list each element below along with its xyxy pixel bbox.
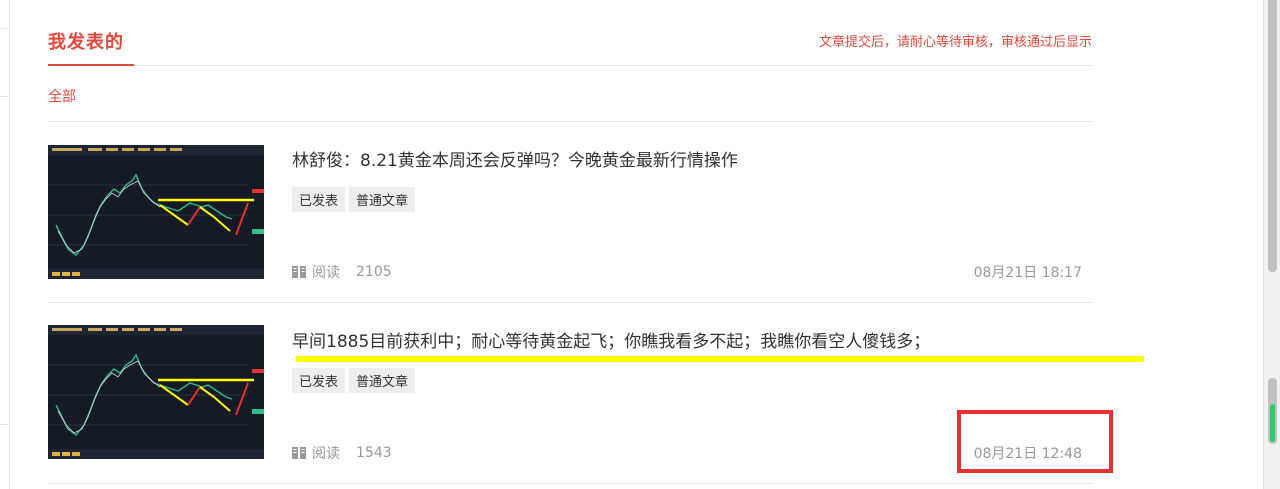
- book-icon: [292, 447, 306, 459]
- gold-chart-image: [48, 145, 264, 279]
- section-header: 我发表的 文章提交后，请耐心等待审核，审核通过后显示: [48, 0, 1092, 66]
- type-badge: 普通文章: [349, 368, 416, 393]
- scrollbar-thumb[interactable]: [1268, 0, 1277, 272]
- type-badge: 普通文章: [349, 187, 416, 212]
- yellow-highlight-underline: [296, 356, 1144, 362]
- article-tags: 已发表 普通文章: [292, 187, 416, 212]
- left-panel-divider: [0, 96, 10, 97]
- article-title[interactable]: 林舒俊：8.21黄金本周还会反弹吗？今晚黄金最新行情操作: [292, 146, 738, 171]
- article-item[interactable]: 早间1885目前获利中；耐心等待黄金起飞；你瞧我看多不起；我瞧你看空人傻钱多； …: [48, 303, 1092, 484]
- read-count: 2105: [356, 264, 392, 280]
- red-highlight-box: [957, 410, 1113, 473]
- read-stats: 阅读 2105: [292, 262, 392, 282]
- read-count: 1543: [356, 445, 392, 461]
- article-tags: 已发表 普通文章: [292, 368, 416, 393]
- status-badge: 已发表: [292, 187, 346, 212]
- article-item[interactable]: 林舒俊：8.21黄金本周还会反弹吗？今晚黄金最新行情操作 已发表 普通文章 阅读…: [48, 122, 1092, 303]
- publish-date: 08月21日 18:17: [973, 265, 1082, 281]
- left-panel-divider: [0, 28, 10, 29]
- review-notice: 文章提交后，请耐心等待审核，审核通过后显示: [818, 35, 1092, 50]
- left-panel: [0, 0, 10, 489]
- tab-my-published[interactable]: 我发表的: [48, 28, 124, 54]
- read-label: 阅读: [312, 446, 340, 462]
- left-panel-divider: [0, 424, 10, 425]
- main-content: 我发表的 文章提交后，请耐心等待审核，审核通过后显示 全部 林舒俊：8.21黄金…: [48, 0, 1092, 489]
- article-title[interactable]: 早间1885目前获利中；耐心等待黄金起飞；你瞧我看多不起；我瞧你看空人傻钱多；: [292, 327, 930, 352]
- gold-chart-image: [48, 325, 264, 459]
- read-stats: 阅读 1543: [292, 443, 392, 463]
- scroll-indicator: [1270, 404, 1275, 442]
- article-thumbnail[interactable]: [48, 145, 264, 279]
- book-icon: [292, 266, 306, 278]
- status-badge: 已发表: [292, 368, 346, 393]
- filter-all[interactable]: 全部: [48, 86, 76, 106]
- article-thumbnail[interactable]: [48, 325, 264, 459]
- read-label: 阅读: [312, 265, 340, 281]
- filter-row: 全部: [48, 66, 1092, 122]
- page-scrollbar[interactable]: [1263, 0, 1280, 489]
